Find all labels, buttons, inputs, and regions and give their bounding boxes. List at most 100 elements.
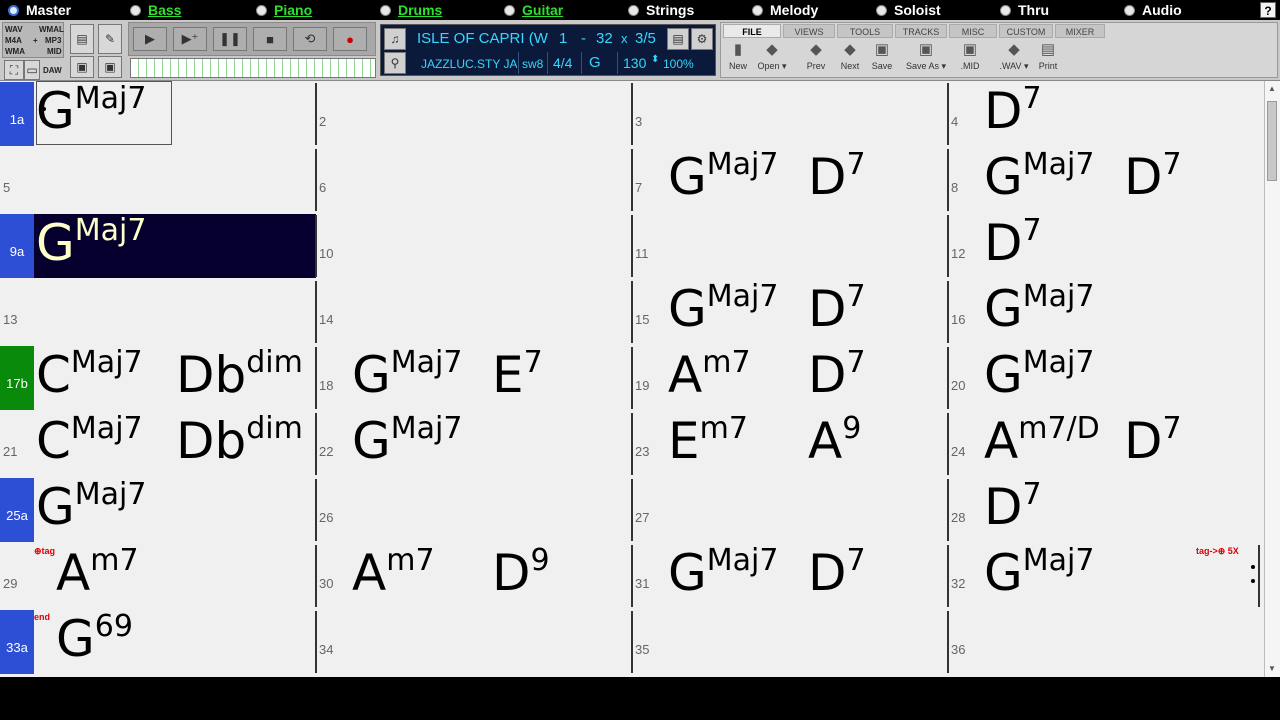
pencil-icon[interactable]: ✎ (98, 24, 122, 54)
track-audio[interactable]: Audio (1124, 0, 1182, 20)
save-as-disk-icon[interactable]: ▣ (98, 56, 122, 78)
chord-symbol[interactable]: Am7 (668, 348, 751, 401)
scroll-thumb[interactable] (1267, 101, 1277, 181)
track-master[interactable]: Master (8, 0, 71, 20)
style-name[interactable]: JAZZLUC.STY JAZ (421, 57, 517, 71)
chord-symbol[interactable]: A9 (808, 414, 861, 467)
track-radio[interactable] (1124, 4, 1135, 16)
time-signature[interactable]: 4/4 (553, 55, 572, 71)
track-melody[interactable]: Melody (752, 0, 818, 20)
bar-number[interactable]: 5 (3, 180, 10, 195)
bar-number[interactable]: 20 (951, 378, 965, 393)
chord-symbol[interactable]: GMaj7 (668, 150, 778, 203)
track-radio[interactable] (752, 4, 763, 16)
bar-number[interactable]: 33a (0, 610, 34, 674)
chord-symbol[interactable]: D7 (808, 150, 866, 203)
bar-number[interactable]: 19 (635, 378, 649, 393)
chord-symbol[interactable]: D7 (808, 348, 866, 401)
chord-symbol[interactable]: E7 (492, 348, 543, 401)
track-radio[interactable] (504, 4, 515, 16)
track-guitar[interactable]: Guitar (504, 0, 563, 20)
chorus-count[interactable]: 3/5 (635, 30, 656, 47)
ribbon-tab-mixer[interactable]: MIXER (1055, 24, 1105, 38)
chord-symbol[interactable]: GMaj7 (36, 84, 146, 137)
bar-number[interactable]: 35 (635, 642, 649, 657)
tempo-value[interactable]: 130 (623, 55, 646, 71)
piano-keyboard[interactable] (130, 58, 376, 78)
ribbon-tab-tracks[interactable]: TRACKS (895, 24, 947, 38)
track-radio[interactable] (1000, 4, 1011, 16)
track-drums[interactable]: Drums (380, 0, 442, 20)
fit-icon[interactable]: ⛶ (4, 60, 24, 80)
ribbon-button-print[interactable]: ▤ Print (1031, 41, 1065, 77)
ribbon-tab-file[interactable]: FILE (723, 24, 781, 38)
track-bass[interactable]: Bass (130, 0, 181, 20)
scroll-up-icon[interactable]: ▲ (1267, 83, 1277, 95)
bar-number[interactable]: 32 (951, 576, 965, 591)
chord-symbol[interactable]: Dbdim (176, 348, 303, 401)
window-icon[interactable]: ▭ (24, 60, 40, 80)
song-title[interactable]: ISLE OF CAPRI (W (417, 30, 551, 47)
loop-start[interactable]: 1 (559, 30, 567, 47)
chord-symbol[interactable]: D9 (492, 546, 550, 599)
bar-number[interactable]: 21 (3, 444, 17, 459)
record-icon[interactable]: ● (333, 27, 367, 51)
chord-symbol[interactable]: CMaj7 (36, 414, 143, 467)
track-radio[interactable] (380, 4, 391, 16)
bar-number[interactable]: 8 (951, 180, 958, 195)
bar-number[interactable]: 22 (319, 444, 333, 459)
bar-number[interactable]: 15 (635, 312, 649, 327)
bar-number[interactable]: 9a (0, 214, 34, 278)
ribbon-button-next[interactable]: ◆ Next (833, 41, 867, 77)
chord-sheet[interactable]: 1a GMaj7 2 3 4 D7 5 6 7 GMaj7 D7 8 GMaj7 D7 9a GMaj7 10 1… (0, 81, 1264, 677)
bar-number[interactable]: 16 (951, 312, 965, 327)
chord-symbol[interactable]: Dbdim (176, 414, 303, 467)
track-strings[interactable]: Strings (628, 0, 694, 20)
chord-symbol[interactable]: Am7 (56, 546, 139, 599)
track-radio[interactable] (256, 4, 267, 16)
loop-end[interactable]: 32 (596, 30, 613, 47)
track-thru[interactable]: Thru (1000, 0, 1049, 20)
ribbon-button-prev[interactable]: ◆ Prev (799, 41, 833, 77)
bar-number[interactable]: 27 (635, 510, 649, 525)
gear-icon[interactable]: ⚙ (691, 28, 713, 50)
chord-symbol[interactable]: D7 (984, 84, 1042, 137)
music-note-icon[interactable]: ♫ (384, 28, 406, 50)
bar-number[interactable]: 12 (951, 246, 965, 261)
chord-symbol[interactable]: D7 (808, 546, 866, 599)
songbook-icon[interactable]: ▤ (70, 24, 94, 54)
chord-symbol[interactable]: GMaj7 (352, 414, 462, 467)
chord-symbol[interactable]: Am7/D (984, 414, 1100, 467)
chord-symbol[interactable]: D7 (1124, 414, 1182, 467)
format-m4a[interactable]: M4A (5, 36, 22, 45)
vertical-scrollbar[interactable]: ▲ ▼ (1264, 81, 1280, 677)
ribbon-button-saveas[interactable]: ▣ Save As ▾ (901, 41, 951, 77)
chord-symbol[interactable]: GMaj7 (984, 546, 1094, 599)
chord-symbol[interactable]: GMaj7 (668, 282, 778, 335)
ribbon-tab-misc[interactable]: MISC (949, 24, 997, 38)
bar-number[interactable]: 3 (635, 114, 642, 129)
chord-symbol[interactable]: D7 (984, 480, 1042, 533)
song-key[interactable]: G (589, 54, 601, 71)
bar-number[interactable]: 26 (319, 510, 333, 525)
bar-number[interactable]: 29 (3, 576, 17, 591)
chord-symbol[interactable]: GMaj7 (984, 150, 1094, 203)
bar-number[interactable]: 24 (951, 444, 965, 459)
ribbon-button-open[interactable]: ◆ Open ▾ (755, 41, 789, 77)
format-mp3[interactable]: MP3 (45, 36, 61, 45)
bar-number[interactable]: 25a (0, 478, 34, 542)
bar-number[interactable]: 18 (319, 378, 333, 393)
chord-symbol[interactable]: G69 (56, 612, 133, 665)
loop-icon[interactable]: ⟲ (293, 27, 327, 51)
bar-number[interactable]: 31 (635, 576, 649, 591)
tempo-percent[interactable]: 100% (663, 57, 694, 71)
track-radio[interactable] (8, 4, 19, 16)
chord-symbol[interactable]: Em7 (668, 414, 748, 467)
scroll-down-icon[interactable]: ▼ (1267, 663, 1277, 675)
bar-number[interactable]: 1a (0, 82, 34, 146)
bar-number[interactable]: 28 (951, 510, 965, 525)
help-button[interactable]: ? (1260, 2, 1276, 18)
track-piano[interactable]: Piano (256, 0, 312, 20)
bar-number[interactable]: 2 (319, 114, 326, 129)
ribbon-tab-tools[interactable]: TOOLS (837, 24, 893, 38)
